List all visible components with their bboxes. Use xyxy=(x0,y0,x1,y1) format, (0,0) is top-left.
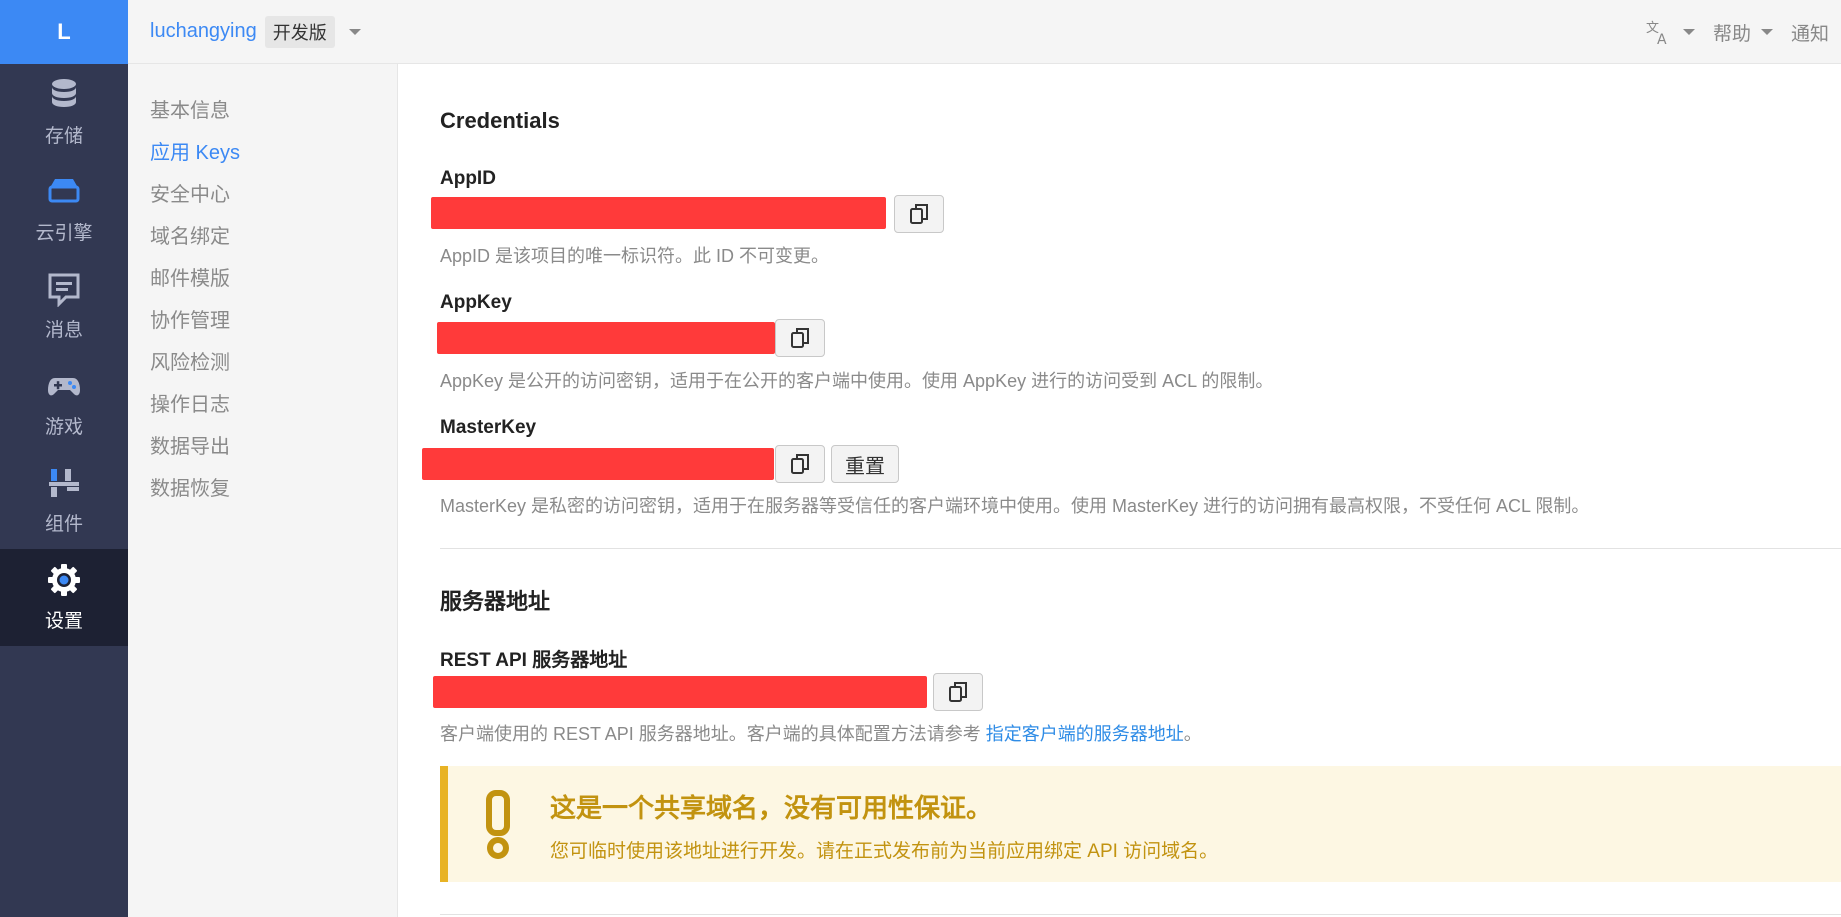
app-edition-badge: 开发版 xyxy=(264,15,335,48)
copy-masterkey-button[interactable] xyxy=(775,445,825,483)
subnav-item-data-restore[interactable]: 数据恢复 xyxy=(128,468,397,510)
rail-item-label: 存储 xyxy=(44,126,83,147)
rail-item-label: 云引擎 xyxy=(35,223,93,244)
exclamation-icon xyxy=(486,790,510,859)
copy-icon xyxy=(910,204,928,224)
warning-title: 这是一个共享域名，没有可用性保证。 xyxy=(550,793,993,823)
database-icon xyxy=(52,79,76,107)
app-logo[interactable]: L xyxy=(0,0,128,64)
chevron-down-icon xyxy=(1760,29,1773,35)
copy-appid-button[interactable] xyxy=(894,195,944,233)
main-rail: L 存储 云引擎 消息 游戏 组件 设置 xyxy=(0,0,128,917)
section-divider xyxy=(440,548,1841,549)
appid-label: AppID xyxy=(440,168,496,189)
copy-appkey-button[interactable] xyxy=(775,319,825,357)
copy-rest-api-button[interactable] xyxy=(933,673,983,711)
main-content: Credentials AppID AppID 是该项目的唯一标识符。此 ID … xyxy=(399,64,1841,917)
section-divider xyxy=(440,914,1841,915)
subnav-item-collaboration[interactable]: 协作管理 xyxy=(128,300,397,342)
top-right-menu: 文 A 帮助 通知 xyxy=(1645,0,1829,64)
reset-masterkey-button[interactable]: 重置 xyxy=(831,445,899,483)
appkey-value-redacted[interactable] xyxy=(437,322,775,354)
credentials-title: Credentials xyxy=(440,108,560,133)
masterkey-value-redacted[interactable] xyxy=(422,448,774,480)
masterkey-help: MasterKey 是私密的访问密钥，适用于在服务器等受信任的客户端环境中使用。… xyxy=(440,496,1590,516)
rail-item-message[interactable]: 消息 xyxy=(0,258,128,355)
copy-icon xyxy=(791,328,809,348)
rest-api-help: 客户端使用的 REST API 服务器地址。客户端的具体配置方法请参考 指定客户… xyxy=(440,720,1202,746)
settings-nav: 基本信息 应用 Keys 安全中心 域名绑定 邮件模版 协作管理 风险检测 操作… xyxy=(128,64,398,917)
rail-item-components[interactable]: 组件 xyxy=(0,452,128,549)
subnav-item-email-templates[interactable]: 邮件模版 xyxy=(128,258,397,300)
top-bar: luchangying 开发版 文 A 帮助 通知 xyxy=(128,0,1841,64)
subnav-item-domain-binding[interactable]: 域名绑定 xyxy=(128,216,397,258)
notify-link[interactable]: 通知 xyxy=(1791,19,1829,46)
components-icon xyxy=(49,469,79,497)
chevron-down-icon xyxy=(1682,29,1695,35)
rail-item-storage[interactable]: 存储 xyxy=(0,64,128,161)
appid-help: AppID 是该项目的唯一标识符。此 ID 不可变更。 xyxy=(440,246,830,266)
app-name[interactable]: luchangying xyxy=(150,20,257,43)
help-label: 帮助 xyxy=(1712,23,1751,45)
subnav-item-basic-info[interactable]: 基本信息 xyxy=(128,90,397,132)
subnav-item-data-export[interactable]: 数据导出 xyxy=(128,426,397,468)
gear-icon xyxy=(48,564,80,596)
copy-icon xyxy=(791,454,809,474)
rail-item-settings[interactable]: 设置 xyxy=(0,549,128,646)
rail-item-label: 设置 xyxy=(44,611,83,632)
subnav-item-app-keys[interactable]: 应用 Keys xyxy=(128,132,397,174)
chevron-down-icon[interactable] xyxy=(348,28,361,35)
translate-icon: 文 A xyxy=(1646,21,1667,46)
appkey-help: AppKey 是公开的访问密钥，适用于在公开的客户端中使用。使用 AppKey … xyxy=(440,371,1274,391)
message-icon xyxy=(48,273,80,307)
rail-item-label: 消息 xyxy=(44,320,83,341)
rail-item-label: 组件 xyxy=(44,514,83,535)
rail-item-game[interactable]: 游戏 xyxy=(0,355,128,452)
svg-text:A: A xyxy=(1657,32,1667,46)
gamepad-icon xyxy=(48,378,80,396)
masterkey-label: MasterKey xyxy=(440,417,537,438)
subnav-item-operation-log[interactable]: 操作日志 xyxy=(128,384,397,426)
copy-icon xyxy=(949,682,967,702)
rail-item-engine[interactable]: 云引擎 xyxy=(0,161,128,258)
rest-api-help-suffix: 。 xyxy=(1183,724,1202,744)
shared-domain-warning: 这是一个共享域名，没有可用性保证。 您可临时使用该地址进行开发。请在正式发布前为… xyxy=(440,766,1841,882)
appid-value-redacted[interactable] xyxy=(431,197,886,229)
language-switch[interactable]: 文 A xyxy=(1645,18,1695,46)
rest-api-help-text: 客户端使用的 REST API 服务器地址。客户端的具体配置方法请参考 xyxy=(440,724,986,744)
subnav-item-security[interactable]: 安全中心 xyxy=(128,174,397,216)
help-menu[interactable]: 帮助 xyxy=(1713,19,1773,46)
rest-api-label: REST API 服务器地址 xyxy=(440,650,628,671)
appkey-label: AppKey xyxy=(440,292,512,313)
server-address-title: 服务器地址 xyxy=(440,589,551,614)
subnav-item-risk-detection[interactable]: 风险检测 xyxy=(128,342,397,384)
rail-item-label: 游戏 xyxy=(44,417,83,438)
server-icon xyxy=(48,179,80,203)
client-server-address-link[interactable]: 指定客户端的服务器地址 xyxy=(986,724,1184,744)
rest-api-value-redacted[interactable] xyxy=(433,676,927,708)
warning-text: 您可临时使用该地址进行开发。请在正式发布前为当前应用绑定 API 访问域名。 xyxy=(550,841,1219,862)
